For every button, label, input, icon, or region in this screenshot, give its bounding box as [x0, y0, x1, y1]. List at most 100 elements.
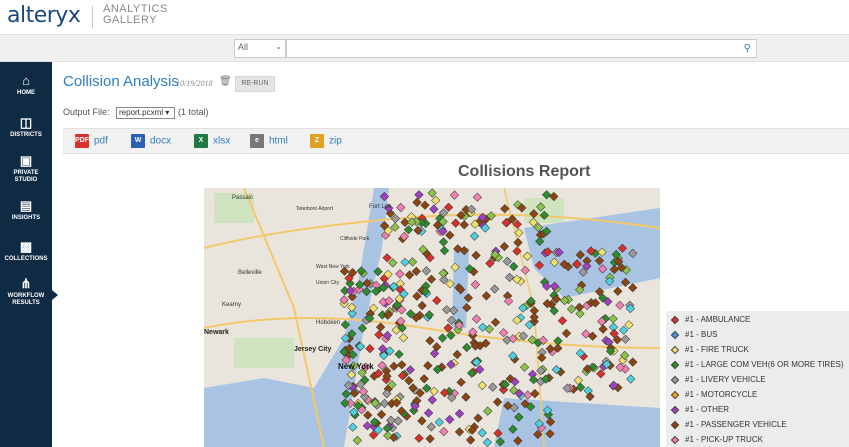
map-label-jersey-city: Jersey City — [294, 346, 331, 353]
active-nav-arrow — [52, 290, 58, 300]
map-label-cliffside-park: Cliffside Park — [340, 236, 370, 242]
map-label-union-city: Union City — [316, 280, 340, 286]
collections-icon: ▩ — [19, 239, 33, 254]
format-html-link[interactable]: e html — [250, 134, 288, 148]
sidebar-item-label: COLLECTIONS — [4, 256, 48, 262]
map-label-kearny: Kearny — [222, 302, 241, 308]
run-date: 10/19/2018 — [176, 79, 213, 88]
search-bar: All ⌄ ⚲ — [0, 34, 849, 62]
output-total: (1 total) — [178, 107, 209, 117]
legend-swatch — [670, 345, 680, 355]
search-icon[interactable]: ⚲ — [744, 43, 751, 54]
search-scope-value: All — [238, 42, 249, 52]
map-canvas: Passaic Teterboro Airport Fort Lee Cliff… — [204, 188, 660, 447]
map-label-newark: Newark — [204, 329, 229, 336]
sidebar-item-label: DISTRICTS — [10, 132, 42, 138]
map-park — [234, 338, 294, 368]
home-icon: ⌂ — [22, 73, 30, 88]
map-label-teterboro: Teterboro Airport — [296, 206, 334, 212]
pdf-icon: PDF — [75, 134, 89, 148]
legend-item: #1 - LIVERY VEHICLE — [670, 375, 766, 385]
studio-icon: ▣ — [19, 153, 33, 168]
sidebar-item-private-studio[interactable]: ▣ PRIVATE STUDIO — [0, 153, 52, 184]
alteryx-logo[interactable]: alteryx — [7, 3, 81, 28]
sidebar-item-label-line2: STUDIO — [14, 177, 38, 183]
format-toolbar: PDF pdf Wdocx Xxlsx e html Zzip — [63, 128, 849, 154]
sidebar-item-collections[interactable]: ▩ COLLECTIONS — [0, 239, 52, 263]
legend-item: #1 - AMBULANCE — [670, 315, 751, 325]
sidebar-item-insights[interactable]: ▤ INSIGHTS — [0, 198, 52, 222]
gallery-line2: GALLERY — [103, 14, 158, 26]
sidebar-item-label: HOME — [17, 90, 35, 96]
workflow-icon: ⋔ — [20, 276, 32, 291]
legend-item: #1 - PASSENGER VEHICLE — [670, 420, 787, 430]
format-label: pdf — [94, 135, 108, 147]
format-docx-link[interactable]: Wdocx — [131, 134, 171, 148]
output-file-value: report.pcxml — [119, 108, 164, 117]
legend-swatch — [670, 375, 680, 385]
search-input[interactable]: ⚲ — [286, 39, 757, 58]
legend-label: #1 - PASSENGER VEHICLE — [685, 420, 787, 429]
legend-swatch — [670, 360, 680, 370]
logo-divider — [92, 6, 93, 28]
map-legend: #1 - AMBULANCE #1 - BUS #1 - FIRE TRUCK … — [666, 311, 849, 447]
districts-icon: ◫ — [19, 115, 33, 130]
sidebar-item-label-line1: WORKFLOW — [7, 293, 45, 299]
legend-label: #1 - OTHER — [685, 405, 730, 414]
search-scope-select[interactable]: All ⌄ — [234, 39, 286, 58]
map-label-hoboken: Hoboken — [316, 320, 340, 326]
legend-label: #1 - LIVERY VEHICLE — [685, 375, 766, 384]
map-label-passaic: Passaic — [232, 195, 253, 201]
output-file-label: Output File: — [63, 107, 110, 117]
html-icon: e — [250, 134, 264, 148]
legend-label: #1 - AMBULANCE — [685, 315, 751, 324]
format-xlsx-link[interactable]: Xxlsx — [194, 134, 230, 148]
output-file-select[interactable]: report.pcxml ▾ — [116, 107, 175, 119]
legend-label: #1 - BUS — [685, 330, 718, 339]
sidebar-item-districts[interactable]: ◫ DISTRICTS — [0, 115, 52, 139]
xlsx-icon: X — [194, 134, 208, 148]
sidebar: ⌂ HOME ◫ DISTRICTS ▣ PRIVATE STUDIO ▤ IN… — [0, 62, 52, 447]
legend-label: #1 - MOTORCYCLE — [685, 390, 758, 399]
legend-item: #1 - BUS — [670, 330, 718, 340]
format-pdf-link[interactable]: PDF pdf — [75, 134, 108, 148]
legend-label: #1 - FIRE TRUCK — [685, 345, 749, 354]
sidebar-item-workflow-results[interactable]: ⋔ WORKFLOW RESULTS — [0, 276, 52, 307]
legend-item: #1 - MOTORCYCLE — [670, 390, 758, 400]
legend-item: #1 - FIRE TRUCK — [670, 345, 749, 355]
top-header: alteryx ANALYTICS GALLERY — [0, 0, 849, 34]
format-label: zip — [329, 135, 342, 147]
sidebar-item-label-line2: RESULTS — [12, 300, 40, 306]
legend-swatch — [670, 315, 680, 325]
docx-icon: W — [131, 134, 145, 148]
trash-icon[interactable]: 🗑 — [219, 76, 232, 87]
page-title: Collision Analysis — [63, 73, 179, 90]
collision-map[interactable]: Passaic Teterboro Airport Fort Lee Cliff… — [204, 188, 660, 447]
report-title: Collisions Report — [458, 163, 591, 180]
legend-label: #1 - PICK-UP TRUCK — [685, 435, 763, 444]
sidebar-item-home[interactable]: ⌂ HOME — [0, 73, 52, 97]
zip-icon: Z — [310, 134, 324, 148]
legend-swatch — [670, 405, 680, 415]
legend-label: #1 - LARGE COM VEH(6 OR MORE TIRES) — [685, 360, 844, 369]
map-label-new-york: New York — [338, 362, 374, 371]
map-label-fort-lee: Fort Lee — [369, 204, 392, 210]
legend-item: #1 - PICK-UP TRUCK — [670, 435, 763, 445]
legend-item: #1 - LARGE COM VEH(6 OR MORE TIRES) — [670, 360, 844, 370]
format-label: html — [269, 135, 288, 147]
format-zip-link[interactable]: Zzip — [310, 134, 342, 148]
sidebar-item-label-line1: PRIVATE — [13, 170, 39, 176]
format-label: xlsx — [213, 135, 231, 147]
legend-swatch — [670, 390, 680, 400]
format-label: docx — [150, 135, 172, 147]
legend-swatch — [670, 420, 680, 430]
chevron-down-icon: ⌄ — [275, 42, 282, 51]
sidebar-item-label: INSIGHTS — [11, 215, 41, 221]
gallery-wordmark: ANALYTICS GALLERY — [103, 4, 168, 26]
map-label-west-new-york: West New York — [316, 264, 350, 270]
rerun-button[interactable]: RE-RUN — [235, 76, 275, 92]
insights-icon: ▤ — [19, 198, 33, 213]
legend-swatch — [670, 330, 680, 340]
legend-item: #1 - OTHER — [670, 405, 730, 415]
map-label-belleville: Belleville — [238, 270, 262, 276]
